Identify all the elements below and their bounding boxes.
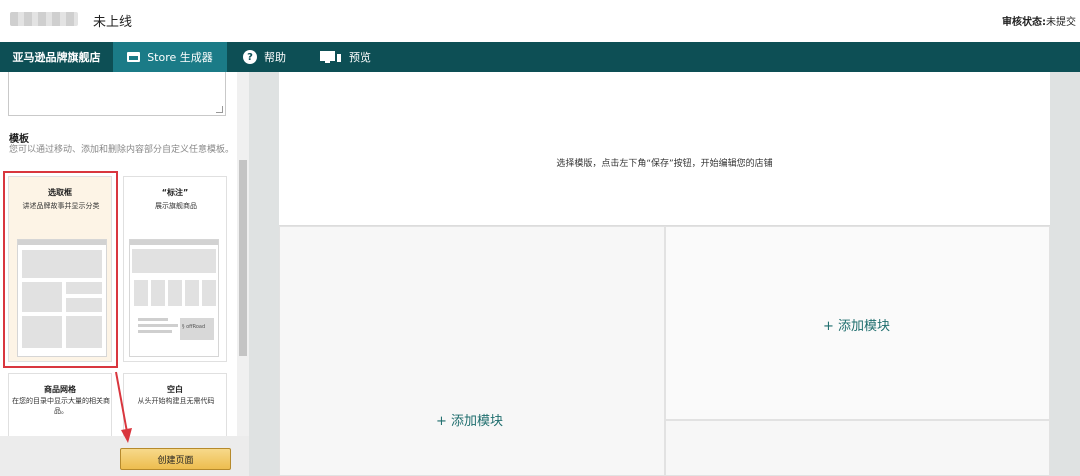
banner-instruction-text: 选择模版，点击左下角“保存”按钮，开始编辑您的店铺 xyxy=(556,159,773,169)
module-slot-left[interactable] xyxy=(279,226,665,476)
callout-thumb-badge: § offRoad xyxy=(182,324,206,330)
module-slot-right-bottom[interactable] xyxy=(665,420,1050,476)
description-textarea[interactable] xyxy=(8,72,226,116)
templates-heading: 模板 xyxy=(9,134,29,145)
brand-title: 亚马逊品牌旗舰店 xyxy=(12,51,101,64)
templates-description: 您可以通过移动、添加和删除内容部分自定义任意模板。 xyxy=(9,145,235,155)
nav-help[interactable]: ? 帮助 xyxy=(231,42,298,72)
left-panel: 模板 您可以通过移动、添加和删除内容部分自定义任意模板。 选取框 讲述品牌故事并… xyxy=(0,72,249,476)
template-title: 空白 xyxy=(167,385,183,394)
nav-store-builder-label: Store 生成器 xyxy=(147,51,213,64)
template-desc: 在您的目录中显示大量的相关商品。 xyxy=(12,397,110,415)
hero-banner-section[interactable]: 选择模版，点击左下角“保存”按钮，开始编辑您的店铺 xyxy=(279,72,1050,226)
nav-help-label: 帮助 xyxy=(264,51,286,64)
top-bar: 未上线 审核状态:未提交 xyxy=(0,0,1080,42)
preview-icon xyxy=(320,51,342,63)
review-status: 审核状态:未提交 xyxy=(1002,13,1076,28)
nav-store-builder[interactable]: Store 生成器 xyxy=(113,42,227,72)
nav-preview-label: 预览 xyxy=(349,51,371,64)
store-name-blurred xyxy=(10,12,78,26)
nav-bar: 亚马逊品牌旗舰店 Store 生成器 ? 帮助 预览 xyxy=(0,42,1080,72)
add-module-button[interactable]: + 添加模块 xyxy=(823,315,890,334)
template-desc: 展示旗舰商品 xyxy=(155,202,197,210)
store-status: 未上线 xyxy=(93,15,133,30)
create-page-button[interactable]: 创建页面 xyxy=(120,448,231,470)
add-module-button[interactable]: + 添加模块 xyxy=(436,410,503,429)
review-status-label: 审核状态: xyxy=(1002,17,1046,28)
nav-preview[interactable]: 预览 xyxy=(308,42,383,72)
template-card-callout[interactable]: “标注” 展示旗舰商品 § offRoad xyxy=(123,176,227,362)
template-title: “标注” xyxy=(161,188,189,197)
selected-template-highlight xyxy=(3,171,118,368)
template-thumbnail: § offRoad xyxy=(129,239,219,357)
review-status-value: 未提交 xyxy=(1046,17,1076,28)
template-desc: 从头开始构建且无需代码 xyxy=(137,397,215,405)
template-title: 商品网格 xyxy=(44,385,76,394)
help-icon: ? xyxy=(243,50,257,64)
store-icon xyxy=(127,52,141,62)
left-panel-scrollbar-thumb[interactable] xyxy=(239,160,247,356)
